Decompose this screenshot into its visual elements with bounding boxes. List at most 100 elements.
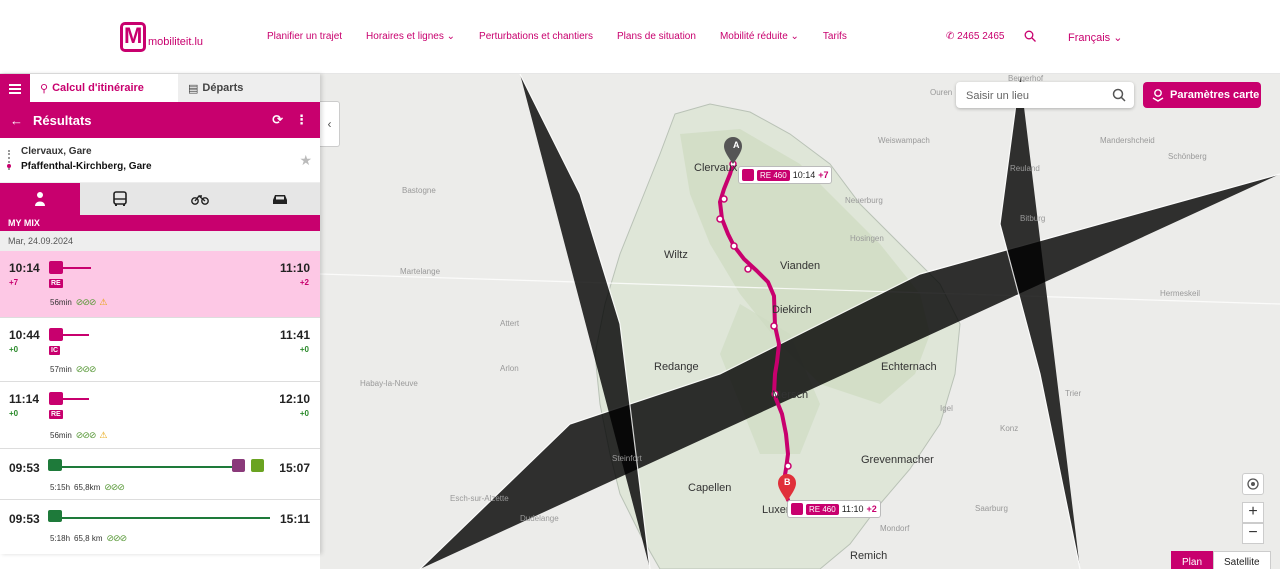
tab-departures-label: Départs — [202, 82, 244, 94]
favorite-star-icon[interactable]: ★ — [299, 152, 312, 169]
trip-duration: 56min — [50, 298, 72, 307]
trip-line-bar — [63, 334, 89, 336]
trip-bike-bar — [62, 466, 232, 468]
trip-duration: 5:15h — [50, 483, 71, 492]
trip-meta: 57min ⊘⊘⊘ — [50, 364, 97, 375]
route-icon: ⚲ — [40, 82, 49, 95]
search-icon[interactable] — [1112, 88, 1126, 102]
mode-bike[interactable] — [160, 183, 240, 215]
trip-row[interactable]: 09:53 15:11 5:18h 65,8 km ⊘⊘⊘ — [0, 500, 320, 551]
place-esch: Esch-sur-Alzette — [450, 494, 509, 503]
train-icon — [791, 503, 803, 515]
route-start-bubble: RE 460 10:14 +7 — [738, 166, 833, 184]
nav-plans[interactable]: Plans de situation — [617, 31, 696, 42]
trip-arrival: 15:07 — [279, 461, 310, 475]
co2-leaf-icon: ⊘⊘⊘ — [104, 482, 125, 492]
trip-arrival: 12:10 — [279, 392, 310, 406]
trip-departure: 09:53 — [9, 512, 40, 526]
back-arrow-icon[interactable]: ← — [10, 113, 23, 128]
trip-row[interactable]: 10:44 +0 IC 11:41 +0 57min ⊘⊘⊘ — [0, 318, 320, 382]
trip-meta: 56min ⊘⊘⊘ ⚠ — [50, 297, 108, 308]
bike-parking-icon — [232, 459, 245, 472]
place-neuerburg: Neuerburg — [845, 196, 883, 205]
place-attert: Attert — [500, 319, 520, 328]
city-capellen: Capellen — [688, 482, 732, 494]
departures-icon: ▤ — [188, 82, 199, 95]
tab-departures[interactable]: ▤ Départs — [178, 74, 320, 102]
place-habay: Habay-la-Neuve — [360, 379, 418, 388]
co2-leaf-icon: ⊘⊘⊘ — [75, 364, 97, 374]
zoom-in-button[interactable]: + — [1242, 502, 1264, 523]
origin-name: Clervaux, Gare — [21, 146, 92, 157]
trip-arrival: 11:10 — [279, 261, 310, 275]
zoom-out-button[interactable]: − — [1242, 523, 1264, 544]
marker-a-label: A — [733, 140, 740, 150]
refresh-icon[interactable]: ⟳ — [272, 112, 283, 128]
bubble-line: RE 460 — [806, 503, 839, 515]
place-reuland: Reuland — [1010, 164, 1040, 173]
locate-button[interactable] — [1242, 473, 1264, 495]
trip-row[interactable]: 11:14 +0 RE 12:10 +0 56min ⊘⊘⊘ ⚠ — [0, 382, 320, 449]
trip-row[interactable]: 09:53 15:07 5:15h 65,8km ⊘⊘⊘ — [0, 449, 320, 500]
place-schonberg: Schönberg — [1168, 152, 1207, 161]
train-icon — [49, 392, 63, 405]
menu-icon[interactable] — [0, 74, 30, 102]
bubble-time: 11:10 — [841, 504, 864, 514]
trip-arrival-delay: +0 — [299, 409, 309, 418]
warning-icon[interactable]: ⚠ — [99, 297, 107, 308]
map-search-placeholder: Saisir un lieu — [966, 90, 1029, 102]
bus-icon — [113, 191, 127, 206]
logo-icon — [120, 22, 146, 52]
main-nav: Planifier un trajet Horaires et lignes ⌄… — [267, 31, 871, 42]
walk-icon — [251, 459, 264, 472]
trip-departure: 10:44 — [9, 328, 40, 342]
trip-arrival: 11:41 — [279, 328, 310, 342]
route-end-bubble: RE 460 11:10 +2 — [787, 500, 881, 518]
city-wiltz: Wiltz — [664, 249, 688, 261]
nav-planifier[interactable]: Planifier un trajet — [267, 31, 342, 42]
place-saarburg: Saarburg — [975, 504, 1008, 513]
trip-distance: 65,8 km — [74, 534, 103, 543]
place-steinfort: Steinfort — [612, 454, 642, 463]
map-area[interactable]: A B Clervaux Wiltz Vianden Diekirch Reda… — [320, 74, 1280, 569]
trip-departure-delay: +0 — [9, 409, 19, 418]
map-type-satellite[interactable]: Satellite — [1213, 551, 1271, 569]
mode-walk-mix[interactable] — [0, 183, 80, 215]
nav-tarifs[interactable]: Tarifs — [823, 31, 847, 42]
tab-itinerary[interactable]: ⚲ Calcul d'itinéraire — [30, 74, 178, 102]
place-arlon: Arlon — [500, 364, 519, 373]
map-type-plan[interactable]: Plan — [1171, 551, 1214, 569]
person-icon — [35, 192, 45, 206]
phone-link[interactable]: ✆ 2465 2465 — [946, 31, 1004, 42]
city-echternach: Echternach — [881, 361, 937, 373]
co2-leaf-icon: ⊘⊘⊘ — [75, 430, 97, 440]
more-options-icon[interactable]: ⋮ — [295, 112, 308, 128]
bubble-delay: +7 — [818, 170, 829, 180]
place-bitburg: Bitburg — [1020, 214, 1046, 223]
trip-line-tag: RE — [49, 410, 63, 419]
language-select[interactable]: Français ⌄ — [1068, 31, 1122, 44]
search-icon[interactable] — [1024, 30, 1036, 42]
place-trier: Trier — [1065, 389, 1082, 398]
place-konz: Konz — [1000, 424, 1019, 433]
mode-car[interactable] — [240, 183, 320, 215]
origin-destination[interactable]: Clervaux, Gare Pfaffenthal-Kirchberg, Ga… — [0, 138, 320, 183]
map-layers-icon — [1152, 89, 1164, 102]
bike-icon — [191, 195, 209, 205]
nav-horaires[interactable]: Horaires et lignes ⌄ — [366, 31, 455, 42]
trip-departure: 09:53 — [9, 461, 40, 475]
collapse-panel-button[interactable]: ‹ — [320, 101, 340, 147]
trip-date: Mar, 24.09.2024 — [0, 231, 320, 251]
trip-line-bar — [63, 398, 89, 400]
trip-row[interactable]: 10:14 +7 RE 11:10 +2 56min ⊘⊘⊘ ⚠ — [0, 251, 320, 318]
nav-perturbations[interactable]: Perturbations et chantiers — [479, 31, 593, 42]
map-search-input[interactable]: Saisir un lieu — [956, 82, 1134, 108]
site-logo[interactable]: mobiliteit.lu — [120, 22, 203, 52]
phone-number: 2465 2465 — [957, 31, 1005, 42]
mode-bus[interactable] — [80, 183, 160, 215]
warning-icon[interactable]: ⚠ — [99, 430, 107, 441]
nav-mobilite[interactable]: Mobilité réduite ⌄ — [720, 31, 799, 42]
place-weiswampach: Weiswampach — [878, 136, 930, 145]
map-params-button[interactable]: Paramètres carte — [1143, 82, 1261, 108]
trip-line-tag: RE — [49, 279, 63, 288]
